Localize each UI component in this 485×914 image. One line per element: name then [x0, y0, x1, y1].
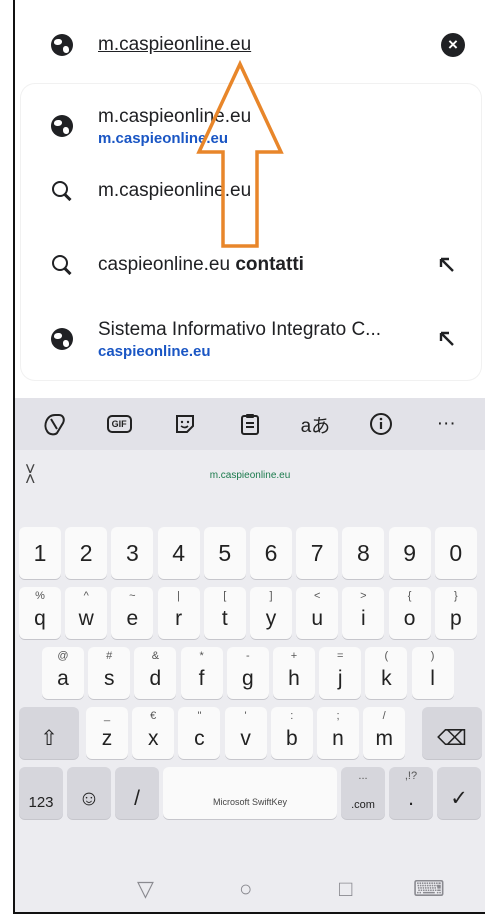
key-k[interactable]: (k [365, 647, 408, 699]
key-m[interactable]: / m [363, 707, 406, 759]
letter-row-3: ⇧ ⌫ _ z € x " c ' v: b; n / m [15, 704, 485, 762]
prediction-word[interactable]: m.caspieonline.eu [15, 470, 485, 481]
suggestion-url: caspieonline.eu [98, 342, 211, 360]
enter-key[interactable]: ✓ [437, 767, 481, 819]
recents-nav-icon[interactable]: □ [339, 876, 352, 902]
key-7[interactable]: 7 [296, 527, 339, 579]
clipboard-icon[interactable] [232, 406, 268, 442]
period-key[interactable]: ,!?. [389, 767, 433, 819]
space-key[interactable]: Microsoft SwiftKey [163, 767, 337, 819]
key-n[interactable]: ; n [317, 707, 359, 759]
suggestion-item[interactable]: Sistema Informativo Integrato C... caspi… [21, 306, 481, 372]
key-r[interactable]: | r [157, 587, 200, 639]
screen: m.caspieonline.eu × m.caspieonline.eu m.… [13, 0, 485, 914]
key-0[interactable]: 0 [434, 527, 477, 579]
key-l[interactable]: ) l [411, 647, 454, 699]
translate-icon[interactable]: aあ [297, 406, 333, 442]
key-6[interactable]: 6 [250, 527, 292, 579]
key-8[interactable]: 8 [342, 527, 385, 579]
key-c[interactable]: " c [178, 707, 221, 759]
suggestion-item[interactable]: caspieonline.eu contatti [21, 236, 481, 294]
home-nav-icon[interactable]: ○ [239, 876, 252, 902]
keyboard-toolbar: GIF aあ ··· [15, 398, 485, 450]
suggestion-url: m.caspieonline.eu [98, 129, 229, 147]
key-t[interactable]: [t [203, 587, 246, 639]
slash-key[interactable]: / [115, 767, 159, 819]
search-icon [51, 180, 73, 202]
sticker-icon[interactable] [167, 406, 203, 442]
key-o[interactable]: {o [388, 587, 431, 639]
info-icon[interactable] [363, 406, 399, 442]
suggestion-title: m.caspieonline.eu [98, 105, 252, 127]
key-s[interactable]: # s [88, 647, 131, 699]
key-3[interactable]: 3 [111, 527, 154, 579]
key-g[interactable]: -g [226, 647, 269, 699]
key-a[interactable]: @ a [42, 647, 84, 699]
suggestion-title: m.caspieonline.eu [98, 180, 252, 201]
insert-arrow-icon[interactable] [437, 329, 457, 349]
bottom-row: 123 ☺ / Microsoft SwiftKey ... .com ,!?. … [15, 764, 485, 822]
backspace-key[interactable]: ⌫ [422, 707, 482, 759]
omnibox[interactable]: m.caspieonline.eu × [21, 14, 481, 76]
letter-row-1: % q ^ w ~ e | r[t] y < u > i{o} p [15, 584, 485, 642]
key-1[interactable]: 1 [19, 527, 61, 579]
clear-icon[interactable]: × [441, 33, 465, 57]
key-2[interactable]: 2 [65, 527, 108, 579]
key-y[interactable]: ] y [250, 587, 292, 639]
key-b[interactable]: :b [270, 707, 313, 759]
keyboard: GIF aあ ··· ˅ ˄ m.caspieonline.eu 12345678… [15, 398, 485, 912]
key-p[interactable]: } p [434, 587, 477, 639]
search-icon [51, 254, 73, 276]
omnibox-url[interactable]: m.caspieonline.eu [98, 34, 251, 56]
gif-icon[interactable]: GIF [101, 406, 137, 442]
key-w[interactable]: ^ w [65, 587, 108, 639]
number-row: 1234567890 [15, 524, 485, 582]
globe-icon [51, 115, 73, 137]
numbers-key[interactable]: 123 [19, 767, 63, 819]
letter-row-2: @ a # s & d * f - g + h = j(k) l [15, 644, 485, 702]
key-u[interactable]: < u [296, 587, 339, 639]
keyboard-switch-icon[interactable]: ⌨ [413, 876, 445, 902]
key-h[interactable]: + h [273, 647, 315, 699]
key-i[interactable]: > i [342, 587, 385, 639]
key-v[interactable]: ' v [224, 707, 267, 759]
navigation-bar: ▽ ○ □ ⌨ [15, 858, 485, 912]
dotcom-key[interactable]: ... .com [341, 767, 385, 819]
globe-icon [51, 328, 73, 350]
emoji-key[interactable]: ☺ [67, 767, 111, 819]
more-icon[interactable]: ··· [428, 406, 464, 442]
shift-key[interactable]: ⇧ [19, 707, 79, 759]
key-d[interactable]: & d [134, 647, 177, 699]
suggestions-list: m.caspieonline.eu m.caspieonline.eu m.ca… [21, 84, 481, 380]
key-4[interactable]: 4 [157, 527, 200, 579]
key-e[interactable]: ~ e [111, 587, 154, 639]
suggestion-item[interactable]: m.caspieonline.eu m.caspieonline.eu [21, 94, 481, 158]
key-q[interactable]: % q [19, 587, 61, 639]
suggestion-title: caspieonline.eu contatti [98, 254, 304, 275]
prediction-bar: ˅ ˄ m.caspieonline.eu [15, 450, 485, 502]
globe-icon [51, 34, 73, 56]
key-z[interactable]: _ z [86, 707, 128, 759]
suggestion-title: Sistema Informativo Integrato C... [98, 318, 382, 340]
key-9[interactable]: 9 [388, 527, 431, 579]
key-j[interactable]: = j [319, 647, 362, 699]
insert-arrow-icon[interactable] [437, 255, 457, 275]
key-x[interactable]: € x [132, 707, 175, 759]
back-nav-icon[interactable]: ▽ [137, 876, 154, 902]
copilot-icon[interactable] [36, 406, 72, 442]
key-f[interactable]: * f [180, 647, 223, 699]
key-5[interactable]: 5 [203, 527, 246, 579]
suggestion-item[interactable]: m.caspieonline.eu [21, 162, 481, 220]
